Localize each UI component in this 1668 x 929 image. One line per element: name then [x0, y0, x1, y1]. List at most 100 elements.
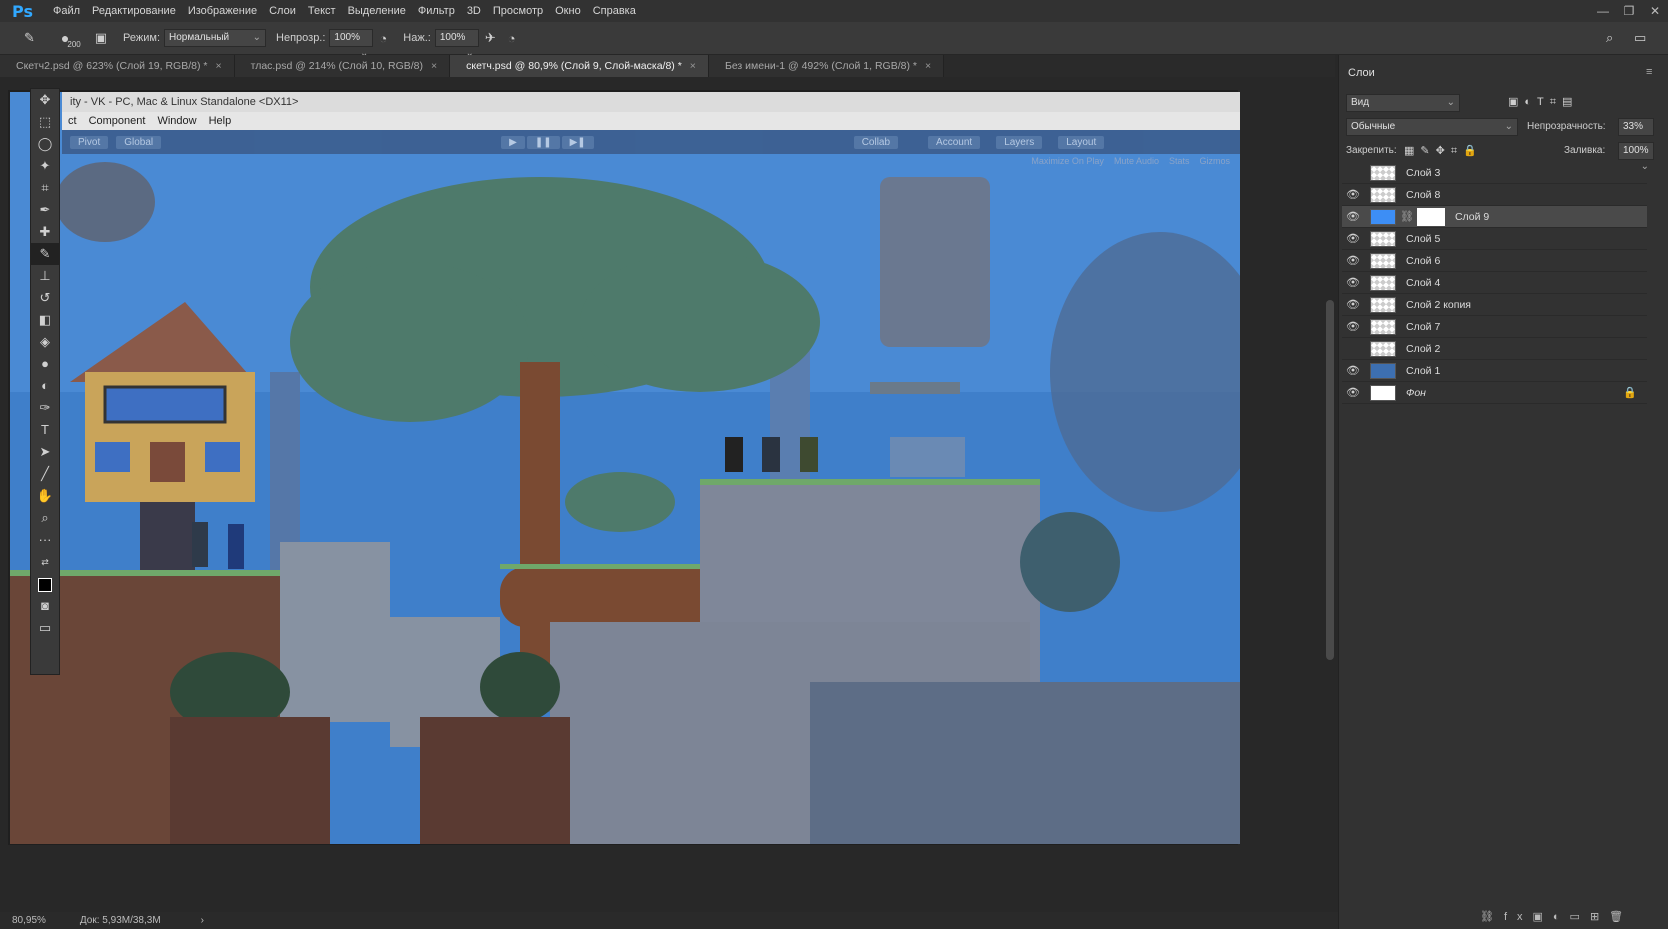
close-icon[interactable]: ×: [431, 60, 437, 72]
zoom-level[interactable]: 80,95%: [12, 915, 46, 926]
collab-button[interactable]: Collab: [853, 135, 899, 149]
pivot-button[interactable]: Pivot: [70, 135, 109, 149]
tab-sketch[interactable]: скетч.psd @ 80,9% (Слой 9, Слой-маска/8)…: [450, 55, 709, 77]
menu-text[interactable]: Текст: [302, 5, 342, 17]
pause-button[interactable]: ❚❚: [526, 135, 560, 149]
step-button[interactable]: ▶❚: [561, 135, 594, 149]
mode-select[interactable]: Нормальный: [164, 29, 267, 47]
stats[interactable]: Stats: [1169, 156, 1190, 166]
brush-panel-icon[interactable]: ▣: [95, 30, 107, 46]
menu-layers[interactable]: Слои: [263, 5, 302, 17]
swap-colors-icon[interactable]: ⇄: [31, 551, 59, 573]
status-arrow-icon[interactable]: ›: [201, 915, 204, 926]
quick-mask-icon[interactable]: ◙: [31, 595, 59, 617]
layer-row[interactable]: 👁 Фон 🔒: [1342, 382, 1647, 404]
layer-row[interactable]: 👁 Слой 5: [1342, 228, 1647, 250]
eyedropper-icon[interactable]: ✒: [31, 199, 59, 221]
stamp-tool-icon[interactable]: ⊥: [31, 265, 59, 287]
layer-row[interactable]: 👁 Слой 6: [1342, 250, 1647, 272]
fill-input[interactable]: 100%: [1618, 142, 1654, 160]
layer-row[interactable]: 👁 Слой 8: [1342, 184, 1647, 206]
layers-panel-title[interactable]: Слои: [1348, 67, 1375, 79]
play-button[interactable]: ▶: [501, 135, 525, 149]
minimize-button[interactable]: —: [1590, 4, 1616, 18]
path-select-icon[interactable]: ➤: [31, 441, 59, 463]
layers-button[interactable]: Layers: [996, 135, 1043, 149]
line-tool-icon[interactable]: ╱: [31, 463, 59, 485]
restore-button[interactable]: ❐: [1616, 4, 1642, 18]
opacity-pressure-icon[interactable]: ◔: [379, 31, 387, 46]
close-icon[interactable]: ×: [690, 60, 696, 72]
panel-menu-icon[interactable]: ≡: [1646, 66, 1652, 78]
brush-tool-icon[interactable]: ✎: [31, 243, 59, 265]
unity-menu-item[interactable]: ct: [62, 115, 83, 127]
layer-actions[interactable]: ⛓fx▣◐▭⊞🗑: [1480, 910, 1633, 923]
tab-untitled[interactable]: Без имени-1 @ 492% (Слой 1, RGB/8) * ×: [708, 55, 945, 77]
close-icon[interactable]: ×: [216, 60, 222, 72]
layer-row[interactable]: Слой 2: [1342, 338, 1647, 360]
layer-row[interactable]: 👁 Слой 1: [1342, 360, 1647, 382]
maximize-on-play[interactable]: Maximize On Play: [1031, 156, 1104, 166]
filter-icons[interactable]: ▣◐T⌗▤: [1508, 95, 1578, 109]
hand-tool-icon[interactable]: ✋: [31, 485, 59, 507]
magic-wand-icon[interactable]: ✦: [31, 155, 59, 177]
document-canvas[interactable]: [10, 92, 1240, 844]
eye-icon[interactable]: 👁: [1342, 254, 1364, 267]
mute-audio[interactable]: Mute Audio: [1114, 156, 1159, 166]
gizmos[interactable]: Gizmos: [1199, 156, 1230, 166]
global-button[interactable]: Global: [116, 135, 162, 149]
eye-icon[interactable]: 👁: [1342, 298, 1364, 311]
layer-filter-select[interactable]: Вид: [1346, 94, 1460, 112]
menu-edit[interactable]: Редактирование: [86, 5, 182, 17]
marquee-tool-icon[interactable]: ⬚: [31, 111, 59, 133]
healing-brush-icon[interactable]: ✚: [31, 221, 59, 243]
menu-image[interactable]: Изображение: [182, 5, 263, 17]
eye-icon[interactable]: 👁: [1342, 188, 1364, 201]
opacity-input[interactable]: 100%: [329, 29, 374, 47]
layer-row[interactable]: Слой 3: [1342, 162, 1647, 184]
history-brush-icon[interactable]: ↺: [31, 287, 59, 309]
pressure-input[interactable]: 100%: [434, 29, 479, 47]
color-swatches-icon[interactable]: [31, 573, 59, 595]
lock-icons[interactable]: ▦✎✥⌗🔒: [1404, 144, 1483, 158]
menu-window[interactable]: Окно: [549, 5, 587, 17]
unity-menu-item[interactable]: Help: [203, 115, 238, 127]
screen-mode-icon[interactable]: ▭: [31, 617, 59, 639]
vertical-scrollbar[interactable]: [1326, 300, 1334, 660]
tab-sketch2[interactable]: Скетч2.psd @ 623% (Слой 19, RGB/8) * ×: [0, 55, 235, 77]
blend-mode-select[interactable]: Обычные: [1346, 118, 1518, 136]
menu-3d[interactable]: 3D: [461, 5, 487, 17]
layer-mask-thumbnail[interactable]: [1416, 207, 1445, 226]
lasso-tool-icon[interactable]: ◯: [31, 133, 59, 155]
eye-icon[interactable]: 👁: [1342, 364, 1364, 377]
eye-icon[interactable]: 👁: [1342, 210, 1364, 223]
blur-tool-icon[interactable]: ●: [31, 353, 59, 375]
menu-help[interactable]: Справка: [587, 5, 642, 17]
eye-icon[interactable]: 👁: [1342, 386, 1364, 399]
layout-button[interactable]: Layout: [1058, 135, 1105, 149]
account-button[interactable]: Account: [928, 135, 981, 149]
eye-icon[interactable]: 👁: [1342, 320, 1364, 333]
eye-icon[interactable]: 👁: [1342, 232, 1364, 245]
tab-atlas[interactable]: тлас.psd @ 214% (Слой 10, RGB/8) ×: [234, 55, 451, 77]
search-icon[interactable]: ⌕: [1606, 30, 1613, 46]
crop-tool-icon[interactable]: ⌗: [31, 177, 59, 199]
move-tool-icon[interactable]: ✥: [31, 89, 59, 111]
layer-opacity-input[interactable]: 33%: [1618, 118, 1654, 136]
pen-tool-icon[interactable]: ✑: [31, 397, 59, 419]
eye-icon[interactable]: 👁: [1342, 276, 1364, 289]
workspace-icon[interactable]: ▭: [1634, 30, 1646, 46]
menu-view[interactable]: Просмотр: [487, 5, 549, 17]
close-button[interactable]: ✕: [1642, 4, 1668, 18]
layer-row[interactable]: 👁 Слой 4: [1342, 272, 1647, 294]
eraser-icon[interactable]: ◧: [31, 309, 59, 331]
airbrush-icon[interactable]: ✈: [485, 30, 496, 46]
layer-row[interactable]: 👁 Слой 2 копия: [1342, 294, 1647, 316]
close-icon[interactable]: ×: [925, 60, 931, 72]
menu-select[interactable]: Выделение: [342, 5, 412, 17]
menu-filter[interactable]: Фильтр: [412, 5, 461, 17]
dodge-tool-icon[interactable]: ◐: [31, 375, 59, 397]
type-tool-icon[interactable]: T: [31, 419, 59, 441]
unity-menu-item[interactable]: Window: [151, 115, 202, 127]
paint-bucket-icon[interactable]: ◈: [31, 331, 59, 353]
